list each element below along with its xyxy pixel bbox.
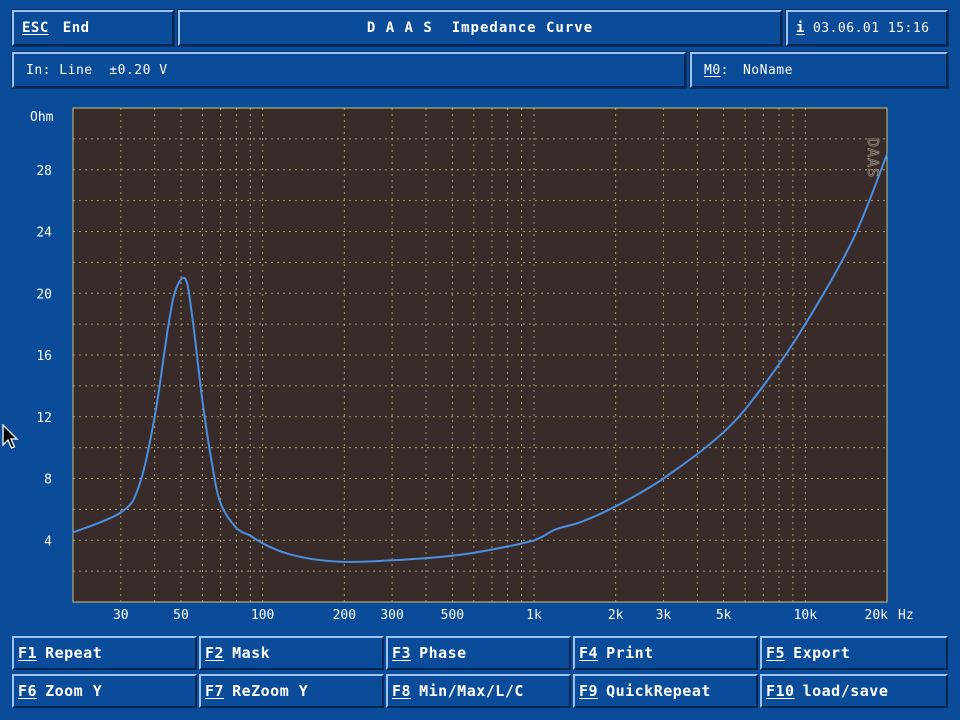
fkey-number: F4 bbox=[579, 644, 599, 662]
impedance-data-point bbox=[138, 485, 140, 488]
impedance-data-point bbox=[722, 431, 725, 433]
fkey-f1-button[interactable]: F1 Repeat bbox=[12, 636, 197, 670]
fkey-f10-button[interactable]: F10 load/save bbox=[760, 674, 948, 708]
y-tick-label: 8 bbox=[44, 473, 52, 488]
impedance-data-point bbox=[804, 323, 807, 325]
fkey-label: load/save bbox=[802, 682, 889, 700]
impedance-data-point bbox=[219, 502, 222, 505]
impedance-data-point bbox=[283, 551, 285, 554]
impedance-chart: DAAS Ohm 4 8 12 16 20 24 28 30 50 100 200 300 500 1k… bbox=[30, 107, 914, 623]
x-tick-label: 500 bbox=[441, 608, 464, 623]
impedance-data-point bbox=[852, 238, 854, 241]
x-tick-label: 50 bbox=[173, 608, 189, 623]
fkey-f6-button[interactable]: F6 Zoom Y bbox=[12, 674, 197, 708]
fkey-number: F5 bbox=[766, 644, 786, 662]
impedance-data-point bbox=[175, 287, 177, 290]
fkey-number: F2 bbox=[205, 644, 225, 662]
fkey-f2-button[interactable]: F2 Mask bbox=[199, 636, 384, 670]
impedance-data-point bbox=[235, 527, 238, 529]
x-tick-label: 3k bbox=[656, 608, 672, 623]
fkey-number: F6 bbox=[18, 682, 38, 700]
fkey-f5-button[interactable]: F5 Export bbox=[760, 636, 948, 670]
y-tick-label: 28 bbox=[36, 164, 52, 179]
fkey-label: Min/Max/L/C bbox=[419, 682, 524, 700]
impedance-data-point bbox=[762, 385, 765, 387]
fkey-label: Phase bbox=[419, 644, 467, 662]
fkey-label: Print bbox=[606, 644, 654, 662]
x-tick-label: 30 bbox=[113, 608, 129, 623]
fkey-number: F7 bbox=[205, 682, 225, 700]
y-tick-label: 20 bbox=[36, 287, 52, 302]
x-tick-label: 1k bbox=[526, 608, 542, 623]
impedance-data-point bbox=[580, 520, 583, 523]
x-tick-label: 200 bbox=[333, 608, 356, 623]
x-tick-label: 20k bbox=[865, 608, 889, 623]
impedance-data-point bbox=[662, 477, 665, 480]
fkey-f9-button[interactable]: F9 QuickRepeat bbox=[573, 674, 758, 708]
impedance-data-point bbox=[554, 528, 557, 531]
impedance-data-point bbox=[211, 462, 213, 464]
impedance-data-point bbox=[261, 542, 264, 545]
x-unit-label: Hz bbox=[898, 608, 914, 623]
impedance-data-point bbox=[201, 400, 204, 403]
impedance-data-point bbox=[153, 415, 156, 418]
impedance-data-point bbox=[614, 505, 617, 508]
x-axis-ticks: 30 50 100 200 300 500 1k 2k 3k 5k 10k 20k bbox=[113, 608, 888, 623]
impedance-data-point bbox=[184, 278, 187, 281]
y-tick-label: 12 bbox=[36, 411, 52, 426]
fkey-label: Repeat bbox=[45, 644, 103, 662]
y-tick-label: 24 bbox=[36, 226, 52, 241]
impedance-data-point bbox=[343, 561, 346, 563]
fkey-f7-button[interactable]: F7 ReZoom Y bbox=[199, 674, 384, 708]
fkey-f8-button[interactable]: F8 Min/Max/L/C bbox=[386, 674, 571, 708]
fkey-label: QuickRepeat bbox=[606, 682, 711, 700]
y-tick-label: 16 bbox=[36, 349, 52, 364]
impedance-data-point bbox=[309, 557, 312, 560]
impedance-data-point bbox=[451, 554, 454, 557]
y-tick-label: 4 bbox=[44, 534, 52, 549]
x-tick-label: 5k bbox=[716, 608, 732, 623]
watermark-text: DAAS bbox=[864, 138, 882, 178]
impedance-data-point bbox=[249, 534, 252, 537]
fkey-number: F3 bbox=[392, 644, 412, 662]
fkey-label: Zoom Y bbox=[45, 682, 103, 700]
impedance-data-point bbox=[167, 323, 170, 325]
impedance-data-point bbox=[72, 531, 74, 534]
x-tick-label: 300 bbox=[380, 608, 403, 623]
y-unit-label: Ohm bbox=[30, 110, 54, 125]
impedance-data-point bbox=[491, 548, 493, 551]
impedance-data-point bbox=[886, 153, 888, 156]
fkey-label: Mask bbox=[232, 644, 271, 662]
fkey-number: F10 bbox=[766, 682, 795, 700]
fkey-f3-button[interactable]: F3 Phase bbox=[386, 636, 571, 670]
x-tick-label: 10k bbox=[794, 608, 818, 623]
impedance-data-point bbox=[391, 559, 393, 562]
impedance-data-point bbox=[119, 511, 122, 514]
x-tick-label: 2k bbox=[608, 608, 624, 623]
fkey-label: Export bbox=[793, 644, 851, 662]
impedance-data-point bbox=[533, 539, 535, 542]
mouse-pointer-icon bbox=[2, 424, 19, 449]
fkey-number: F8 bbox=[392, 682, 412, 700]
fkey-number: F9 bbox=[579, 682, 599, 700]
fkey-number: F1 bbox=[18, 644, 38, 662]
impedance-data-point bbox=[191, 315, 194, 318]
fkey-f4-button[interactable]: F4 Print bbox=[573, 636, 758, 670]
x-tick-label: 100 bbox=[251, 608, 274, 623]
y-axis-ticks: 4 8 12 16 20 24 28 bbox=[36, 164, 52, 550]
fkey-label: ReZoom Y bbox=[232, 682, 309, 700]
